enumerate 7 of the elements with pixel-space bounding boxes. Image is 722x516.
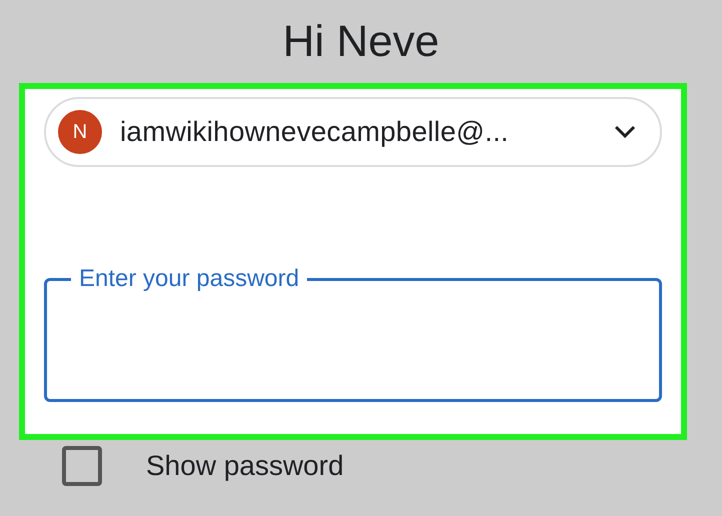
chevron-down-icon	[614, 125, 636, 139]
account-email: iamwikihownevecampbelle@...	[120, 115, 509, 149]
show-password-checkbox[interactable]	[62, 446, 102, 486]
avatar: N	[58, 110, 102, 154]
account-chip[interactable]: N iamwikihownevecampbelle@...	[44, 97, 662, 167]
greeting-title: Hi Neve	[282, 16, 440, 68]
show-password-label: Show password	[146, 449, 344, 483]
